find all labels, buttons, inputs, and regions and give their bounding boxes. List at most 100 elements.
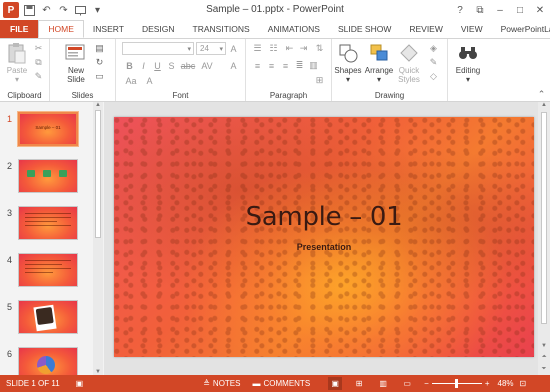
reading-view-icon[interactable]: ▥: [376, 377, 390, 390]
slides-label: Slides: [71, 91, 94, 100]
thumbnails-scrollbar[interactable]: ▲ ▼: [93, 102, 103, 375]
increase-indent-icon[interactable]: ⇥: [298, 43, 309, 54]
collapse-ribbon-icon[interactable]: ⌃: [536, 89, 547, 100]
tab-powerpointlabs[interactable]: PowerPointLabs: [492, 20, 550, 38]
shape-fill-icon[interactable]: ◈: [428, 43, 439, 54]
font-size-combo[interactable]: 24 ▾: [196, 42, 226, 55]
clear-formatting-icon[interactable]: A: [228, 60, 239, 71]
tab-transitions[interactable]: TRANSITIONS: [184, 20, 259, 38]
zoom-level[interactable]: 48%: [498, 379, 514, 388]
slide-scrollbar[interactable]: ▲ ▼ ⏶ ⏷: [538, 102, 550, 375]
slide-background-texture: [114, 117, 534, 357]
change-case-icon[interactable]: Aa: [124, 75, 138, 86]
decrease-indent-icon[interactable]: ⇤: [284, 43, 295, 54]
numbering-icon[interactable]: ☷: [268, 43, 279, 54]
new-slide-label-line1: New: [67, 66, 84, 75]
comments-icon: ▬: [252, 379, 261, 388]
slide-subtitle[interactable]: Presentation: [114, 242, 534, 252]
shapes-button[interactable]: Shapes ▾: [333, 42, 363, 84]
slide-thumbnail-2[interactable]: 2: [0, 159, 92, 203]
close-icon[interactable]: ✕: [530, 0, 550, 20]
tab-file[interactable]: FILE: [0, 20, 39, 38]
tab-review[interactable]: REVIEW: [400, 20, 452, 38]
normal-view-icon[interactable]: ▣: [328, 377, 343, 390]
format-painter-icon[interactable]: ✎: [33, 71, 44, 82]
scroll-up-icon[interactable]: ▲: [93, 102, 103, 108]
scroll-up-icon[interactable]: ▲: [538, 102, 550, 108]
slide-show-icon[interactable]: ▭: [400, 377, 414, 390]
strikethrough-icon[interactable]: abc: [180, 60, 196, 71]
previous-slide-icon[interactable]: ⏶: [538, 354, 550, 361]
help-icon[interactable]: ?: [450, 0, 470, 20]
reset-icon[interactable]: ↻: [94, 57, 105, 68]
new-slide-button[interactable]: New Slide: [62, 42, 90, 84]
zoom-out-button[interactable]: −: [424, 379, 429, 388]
start-from-beginning-icon[interactable]: [74, 4, 87, 17]
italic-icon[interactable]: I: [138, 60, 149, 71]
slide-thumbnail-1[interactable]: 1 Sample – 01: [0, 112, 92, 156]
slide-thumbnail-5[interactable]: 5: [0, 300, 92, 344]
scroll-down-icon[interactable]: ▼: [538, 343, 550, 349]
save-icon[interactable]: [23, 4, 36, 17]
current-slide[interactable]: Sample – 01 Presentation: [114, 117, 534, 357]
character-spacing-icon[interactable]: AV: [200, 60, 214, 71]
section-icon[interactable]: ▭: [94, 71, 105, 82]
notes-button[interactable]: ≜ NOTES: [203, 379, 240, 388]
tab-home[interactable]: HOME: [38, 20, 84, 38]
zoom-in-button[interactable]: +: [485, 379, 490, 388]
shape-effects-icon[interactable]: ◇: [428, 71, 439, 82]
zoom-slider[interactable]: [431, 379, 482, 388]
bold-icon[interactable]: B: [124, 60, 135, 71]
center-icon[interactable]: ≡: [266, 60, 277, 71]
tab-design[interactable]: DESIGN: [133, 20, 184, 38]
tab-view[interactable]: VIEW: [452, 20, 492, 38]
slide-thumbnail-6[interactable]: 6: [0, 347, 92, 375]
font-label: Font: [172, 91, 189, 100]
customize-icon[interactable]: ▾: [91, 4, 104, 17]
copy-icon[interactable]: ⧉: [33, 57, 44, 68]
slide-counter: SLIDE 1 OF 11: [6, 379, 60, 388]
cut-icon[interactable]: ✂: [33, 43, 44, 54]
scroll-thumb[interactable]: [95, 110, 101, 238]
tab-slide-show[interactable]: SLIDE SHOW: [329, 20, 400, 38]
bullets-icon[interactable]: ☰: [252, 43, 263, 54]
tab-animations[interactable]: ANIMATIONS: [259, 20, 329, 38]
slide-title[interactable]: Sample – 01: [114, 202, 534, 232]
tab-insert[interactable]: INSERT: [84, 20, 133, 38]
slide-sorter-icon[interactable]: ⊞: [352, 377, 366, 390]
editing-button[interactable]: Editing ▾: [452, 42, 484, 84]
align-right-icon[interactable]: ≡: [280, 60, 291, 71]
quick-styles-button[interactable]: Quick Styles: [395, 42, 423, 84]
increase-font-icon[interactable]: A: [228, 43, 239, 54]
arrange-button[interactable]: Arrange ▾: [363, 42, 395, 84]
slide-thumbnail-3[interactable]: 3: [0, 206, 92, 250]
slide-thumbnail-4[interactable]: 4: [0, 253, 92, 297]
comments-button[interactable]: ▬ COMMENTS: [252, 379, 310, 388]
undo-icon[interactable]: ↶: [40, 4, 53, 17]
scroll-thumb[interactable]: [541, 112, 547, 324]
next-slide-icon[interactable]: ⏷: [538, 366, 550, 373]
minimize-icon[interactable]: –: [490, 0, 510, 20]
align-left-icon[interactable]: ≡: [252, 60, 263, 71]
justify-icon[interactable]: ≣: [294, 60, 305, 71]
shape-outline-icon[interactable]: ✎: [428, 57, 439, 68]
underline-icon[interactable]: U: [152, 60, 163, 71]
columns-icon[interactable]: ▥: [308, 60, 319, 71]
ribbon-display-options-icon[interactable]: ⧉: [470, 0, 490, 20]
zoom-slider-thumb[interactable]: [454, 379, 458, 388]
font-name-combo[interactable]: ▾: [122, 42, 194, 55]
text-direction-icon[interactable]: ⇅: [314, 43, 325, 54]
paste-button[interactable]: Paste ▾: [4, 42, 30, 84]
fit-slide-icon[interactable]: ⊡: [520, 379, 527, 388]
ribbon-tabs: FILE HOME INSERT DESIGN TRANSITIONS ANIM…: [0, 20, 550, 38]
font-color-icon[interactable]: A: [144, 75, 155, 86]
arrange-icon: [368, 42, 390, 64]
maximize-icon[interactable]: □: [510, 0, 530, 20]
smartart-icon[interactable]: ⊞: [314, 75, 325, 86]
slide-editing-area: Sample – 01 Presentation: [104, 102, 538, 375]
layout-icon[interactable]: ▤: [94, 43, 105, 54]
paragraph-group: ☰ ☷ ⇤ ⇥ ⇅ ≡ ≡ ≡ ≣ ▥ ⊞ Paragraph: [246, 39, 332, 101]
shadow-icon[interactable]: S: [166, 60, 177, 71]
spell-check-icon[interactable]: ▣: [76, 379, 84, 388]
redo-icon[interactable]: ↷: [57, 4, 70, 17]
